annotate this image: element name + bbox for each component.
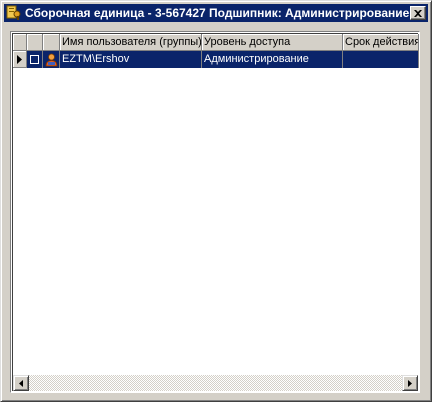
row-fill (419, 51, 420, 68)
close-icon (414, 9, 422, 17)
close-button[interactable] (410, 6, 426, 20)
row-icon-cell (43, 51, 60, 68)
scroll-track[interactable] (29, 375, 402, 391)
table-row[interactable]: EZTM\Ershov Администрирование (13, 51, 420, 68)
header-indicator (13, 34, 27, 51)
scroll-left-button[interactable] (13, 375, 29, 391)
header-icon (43, 34, 60, 51)
grid-header: Имя пользователя (группы) Уровень доступ… (13, 34, 419, 51)
column-header-term[interactable]: Срок действия (343, 34, 419, 51)
checkbox-box (30, 55, 39, 64)
current-row-arrow-icon (16, 54, 22, 64)
window-title: Сборочная единица - 3-567427 Подшипник: … (25, 6, 410, 20)
cell-term[interactable] (343, 51, 419, 68)
arrow-left-icon (19, 379, 23, 387)
arrow-right-icon (408, 379, 412, 387)
row-indicator[interactable] (13, 51, 27, 68)
column-header-level[interactable]: Уровень доступа (202, 34, 343, 51)
user-icon (45, 53, 57, 66)
scroll-right-button[interactable] (402, 375, 418, 391)
access-grid[interactable]: Имя пользователя (группы) Уровень доступ… (10, 31, 420, 393)
row-checkbox[interactable] (27, 51, 43, 68)
column-header-user[interactable]: Имя пользователя (группы) (60, 34, 202, 51)
dialog-window: Сборочная единица - 3-567427 Подшипник: … (0, 0, 432, 402)
horizontal-scrollbar[interactable] (13, 375, 418, 391)
cell-level[interactable]: Администрирование (202, 51, 343, 68)
key-icon (6, 5, 22, 21)
cell-user[interactable]: EZTM\Ershov (60, 51, 202, 68)
title-bar[interactable]: Сборочная единица - 3-567427 Подшипник: … (4, 4, 428, 22)
header-check (27, 34, 43, 51)
